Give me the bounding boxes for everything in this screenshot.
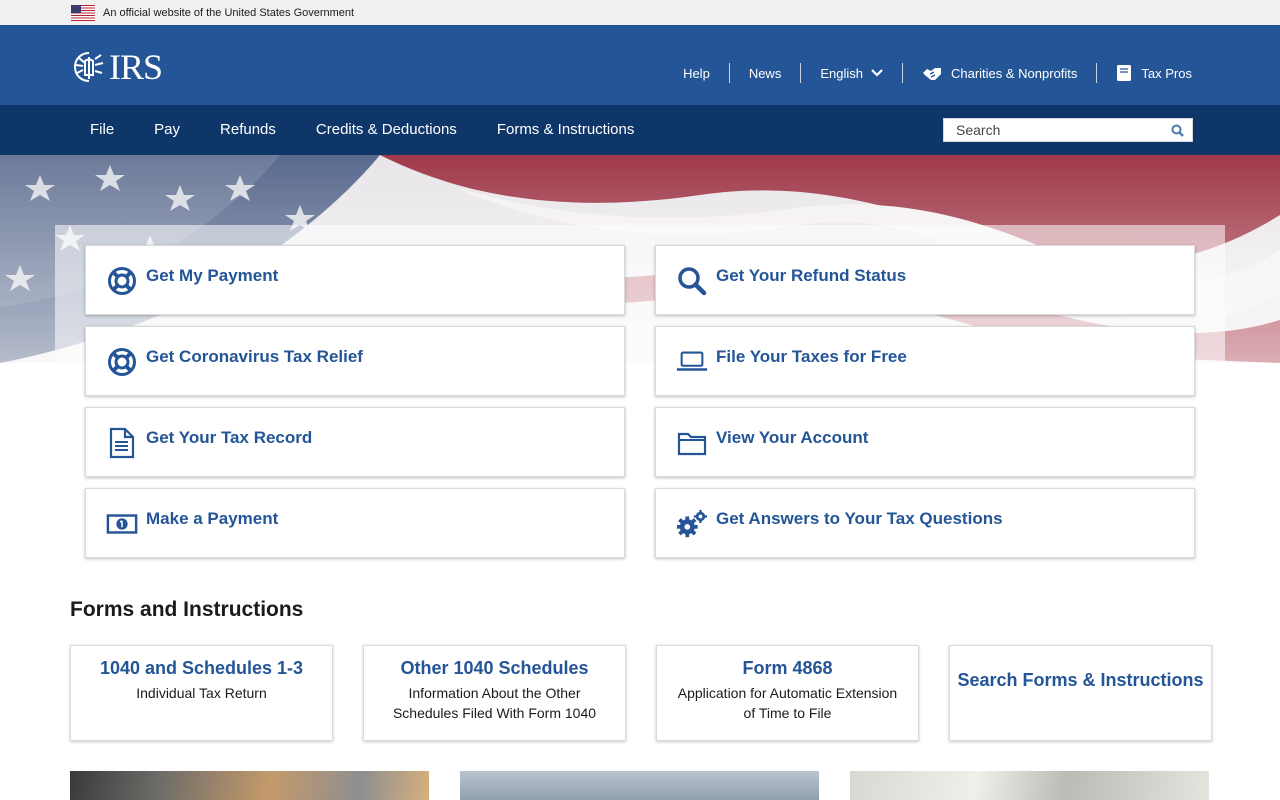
handshake-icon	[922, 68, 941, 80]
form-card-4868[interactable]: Form 4868 Application for Automatic Exte…	[656, 645, 919, 741]
tile-file-free[interactable]: File Your Taxes for Free	[655, 326, 1195, 396]
tile-get-my-payment[interactable]: Get My Payment	[85, 245, 625, 315]
util-help-label: Help	[683, 65, 710, 81]
irs-logo[interactable]: IRS	[71, 47, 163, 87]
gov-banner-text: An official website of the United States…	[103, 6, 355, 19]
gears-icon	[676, 508, 708, 540]
tile-tax-questions[interactable]: Get Answers to Your Tax Questions	[655, 488, 1195, 558]
util-taxpros-link[interactable]: Tax Pros	[1096, 63, 1192, 83]
form-card-description: Application for Automatic Extension of T…	[677, 685, 898, 721]
book-icon	[1117, 65, 1132, 81]
tile-label: Get Your Refund Status	[716, 266, 907, 285]
language-selector[interactable]: English	[800, 63, 902, 83]
utility-nav: Help News English Charities & Nonprofits…	[664, 63, 1192, 83]
us-flag-icon	[71, 4, 95, 21]
main-nav: File Pay Refunds Credits & Deductions Fo…	[0, 105, 1280, 155]
tile-label: File Your Taxes for Free	[716, 347, 907, 366]
form-card-title: Search Forms & Instructions	[957, 670, 1204, 690]
folder-icon	[676, 427, 708, 459]
tile-tax-record[interactable]: Get Your Tax Record	[85, 407, 625, 477]
tile-label: Get My Payment	[146, 266, 279, 285]
util-charities-link[interactable]: Charities & Nonprofits	[901, 63, 1096, 83]
nav-credits-deductions[interactable]: Credits & Deductions	[296, 105, 477, 155]
nav-refunds[interactable]: Refunds	[200, 105, 296, 155]
lifebuoy-icon	[106, 346, 138, 378]
landscape-photo	[460, 771, 819, 800]
money-icon	[106, 508, 138, 540]
form-card-title: Other 1040 Schedules	[400, 658, 589, 678]
nav-forms-instructions[interactable]: Forms & Instructions	[477, 105, 655, 155]
util-charities-label: Charities & Nonprofits	[950, 65, 1078, 81]
chevron-down-icon	[871, 69, 883, 77]
nav-pay[interactable]: Pay	[134, 105, 200, 155]
tile-label: Get Your Tax Record	[146, 428, 313, 447]
money-photo	[850, 771, 1209, 800]
util-news-link[interactable]: News	[728, 63, 801, 83]
tile-coronavirus-relief[interactable]: Get Coronavirus Tax Relief	[85, 326, 625, 396]
document-icon	[106, 427, 138, 459]
tile-label: View Your Account	[716, 428, 869, 447]
util-help-link[interactable]: Help	[664, 63, 729, 83]
lifebuoy-icon	[106, 265, 138, 297]
search-input[interactable]	[956, 122, 1171, 138]
util-news-label: News	[748, 65, 782, 81]
eagle-seal-icon	[73, 52, 104, 82]
search-icon[interactable]	[1171, 124, 1184, 137]
quick-links-grid: Get My Payment Get Your Refund Status Ge…	[85, 245, 1195, 558]
forms-section-title: Forms and Instructions	[70, 598, 304, 621]
tile-make-payment[interactable]: Make a Payment	[85, 488, 625, 558]
form-card-title: 1040 and Schedules 1-3	[99, 658, 304, 678]
form-card-search-forms[interactable]: Search Forms & Instructions	[949, 645, 1212, 741]
tile-view-account[interactable]: View Your Account	[655, 407, 1195, 477]
form-card-1040[interactable]: 1040 and Schedules 1-3 Individual Tax Re…	[70, 645, 333, 741]
tile-label: Make a Payment	[146, 509, 279, 528]
site-header: IRS Help News English Charities & Nonpro…	[0, 25, 1280, 105]
logo-wordmark: IRS	[109, 47, 163, 87]
forms-cards: 1040 and Schedules 1-3 Individual Tax Re…	[70, 645, 1212, 741]
calculator-photo	[70, 771, 429, 800]
tile-refund-status[interactable]: Get Your Refund Status	[655, 245, 1195, 315]
language-label: English	[820, 65, 863, 81]
tile-label: Get Answers to Your Tax Questions	[716, 509, 1003, 528]
form-card-description: Information About the Other Schedules Fi…	[392, 685, 597, 721]
magnifier-icon	[676, 265, 708, 297]
form-card-description: Individual Tax Return	[136, 685, 267, 701]
laptop-icon	[676, 346, 708, 378]
tile-label: Get Coronavirus Tax Relief	[146, 347, 363, 366]
util-taxpros-label: Tax Pros	[1141, 65, 1192, 81]
promo-photos	[70, 771, 1209, 800]
gov-banner: An official website of the United States…	[0, 0, 1280, 25]
search-box	[943, 118, 1193, 142]
form-card-title: Form 4868	[742, 658, 833, 678]
form-card-other-1040[interactable]: Other 1040 Schedules Information About t…	[363, 645, 626, 741]
nav-file[interactable]: File	[70, 105, 134, 155]
